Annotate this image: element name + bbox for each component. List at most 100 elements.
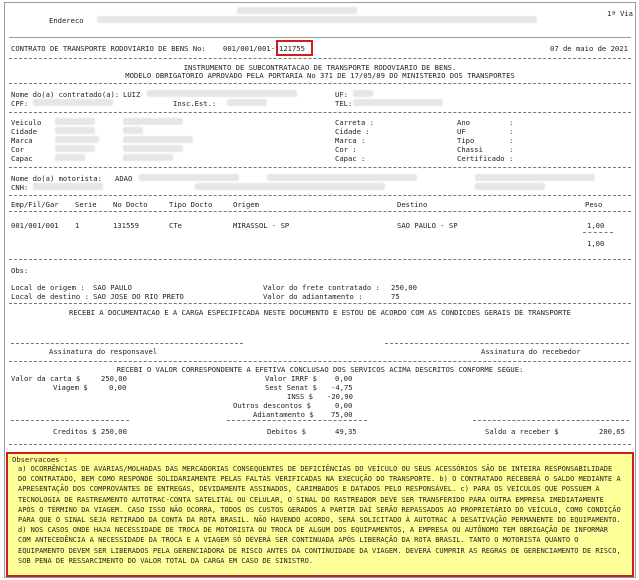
carreta-cidade-label: Cidade : <box>335 127 370 136</box>
outros-label: Outros descontos $ <box>233 401 311 410</box>
redacted-vehicle <box>55 118 95 125</box>
redacted-vehicle <box>123 127 143 134</box>
redacted-vehicle <box>123 145 183 152</box>
redacted-motorista <box>195 183 385 190</box>
copy-label: 1ª Via <box>607 9 633 18</box>
contract-label: CONTRATO DE TRANSPORTE RODOVIARIO DE BEN… <box>11 44 206 53</box>
observacoes-text: a) OCORRÊNCIAS DE AVARIAS/MOLHADAS DAS M… <box>18 465 621 565</box>
transport-contract-document: 1ª Via Endereco CONTRATO DE TRANSPORTE R… <box>4 2 636 578</box>
cpf-label: CPF: <box>11 99 29 108</box>
sign-recebedor: Assinatura do recebedor <box>481 347 581 356</box>
saldo-value: 200,65 <box>599 427 625 436</box>
redacted-vehicle <box>123 154 173 161</box>
divider <box>9 167 631 168</box>
redacted-motorista <box>475 174 595 181</box>
signature-line <box>385 343 629 344</box>
sign-responsavel: Assinatura do responsavel <box>49 347 158 356</box>
certificado-label: Certificado <box>457 154 505 163</box>
marca-label: Marca <box>11 136 33 145</box>
table-cell: SAO PAULO - SP <box>397 221 458 230</box>
valor-carta-value: 250,00 <box>101 374 127 383</box>
redacted-vehicle <box>55 136 99 143</box>
adiant-label: Adiantamento $ <box>253 410 314 419</box>
contract-date: 07 de maio de 2021 <box>550 44 628 53</box>
divider <box>9 37 631 38</box>
redacted-motorista <box>475 183 545 190</box>
redacted-insc <box>227 99 267 106</box>
divider <box>9 195 631 196</box>
destino-label: Local de destino : <box>11 292 89 301</box>
redacted-motorista <box>139 174 239 181</box>
obs-label: Obs: <box>11 266 29 275</box>
redacted-motorista <box>267 174 417 181</box>
origem-label: Local de origem : <box>11 283 85 292</box>
debitos-label: Debitos $ <box>267 427 306 436</box>
table-cell: MIRASSOL - SP <box>233 221 290 230</box>
table-cell: 001/001/001 <box>11 221 59 230</box>
col-header-peso: Peso <box>585 200 603 209</box>
adiantamento-value: 75 <box>391 292 400 301</box>
redacted-vehicle <box>123 118 183 125</box>
redacted-vehicle <box>123 136 193 143</box>
redacted-address <box>97 16 537 23</box>
redacted-cnh <box>33 183 103 190</box>
contract-prefix: 001/001/001- <box>223 44 275 53</box>
chassi-label: Chassi <box>457 145 483 154</box>
uf-label: UF: <box>335 90 348 99</box>
adiant-value: 75,00 <box>331 410 353 419</box>
contratado-label: Nome do(a) contratado(a): <box>11 90 120 99</box>
col-header-serie: Serie <box>75 200 97 209</box>
tel-label: TEL: <box>335 99 353 108</box>
divider <box>9 303 631 304</box>
redacted-tel <box>353 99 443 106</box>
col-header-docto: No Docto <box>113 200 148 209</box>
col-header-emp: Emp/Fil/Gar <box>11 200 59 209</box>
divider <box>9 361 631 362</box>
carreta-cor-label: Cor : <box>335 145 357 154</box>
tipo-label: Tipo <box>457 136 475 145</box>
receipt-statement: RECEBI A DOCUMENTACAO E A CARGA ESPECIFI… <box>69 308 571 317</box>
creditos-value: 250,00 <box>101 427 127 436</box>
creditos-label: Creditos $ <box>53 427 97 436</box>
ano-label: Ano <box>457 118 470 127</box>
senat-label: Sest Senat $ <box>265 383 317 392</box>
capac-label: Capac <box>11 154 33 163</box>
cor-label: Cor <box>11 145 24 154</box>
total-weight: 1,00 <box>587 239 605 248</box>
inss-label: INSS $ <box>287 392 313 401</box>
origem-value: SAO PAULO <box>93 283 132 292</box>
observacoes-label: Observacoes : <box>12 455 69 464</box>
redacted-uf <box>353 90 373 97</box>
redacted-name <box>147 90 297 97</box>
divider <box>9 259 631 260</box>
contratado-name: LUIZ <box>123 90 141 99</box>
signature-line <box>11 343 243 344</box>
redacted-vehicle <box>55 154 85 161</box>
col-header-tipo: Tipo Docto <box>169 200 213 209</box>
outros-value: 0,00 <box>335 401 353 410</box>
debitos-value: 49,35 <box>335 427 357 436</box>
carreta-capac-label: Capac : <box>335 154 366 163</box>
motorista-label: Nome do(a) motorista: <box>11 174 102 183</box>
divider <box>9 444 631 445</box>
divider <box>9 58 631 59</box>
redacted-cpf <box>33 99 113 106</box>
viagem-label: Viagem $ <box>53 383 88 392</box>
insc-label: Insc.Est.: <box>173 99 217 108</box>
payment-statement: RECEBI O VALOR CORRESPONDENTE A EFETIVA … <box>116 365 524 374</box>
inss-value: -20,90 <box>327 392 353 401</box>
table-cell: 1 <box>75 221 80 230</box>
irrf-label: Valor IRRF $ <box>265 374 317 383</box>
divider <box>9 211 631 212</box>
viagem-value: 0,00 <box>109 383 127 392</box>
redacted-vehicle <box>55 145 95 152</box>
cnh-label: CNH: <box>11 183 29 192</box>
cidade-label: Cidade <box>11 127 37 136</box>
veiculo-label: Veiculo <box>11 118 42 127</box>
divider <box>9 112 631 113</box>
carreta-marca-label: Marca : <box>335 136 366 145</box>
frete-value: 250,00 <box>391 283 417 292</box>
table-cell: 131559 <box>113 221 139 230</box>
frete-label: Valor do frete contratado : <box>263 283 380 292</box>
uf2-label: UF <box>457 127 466 136</box>
